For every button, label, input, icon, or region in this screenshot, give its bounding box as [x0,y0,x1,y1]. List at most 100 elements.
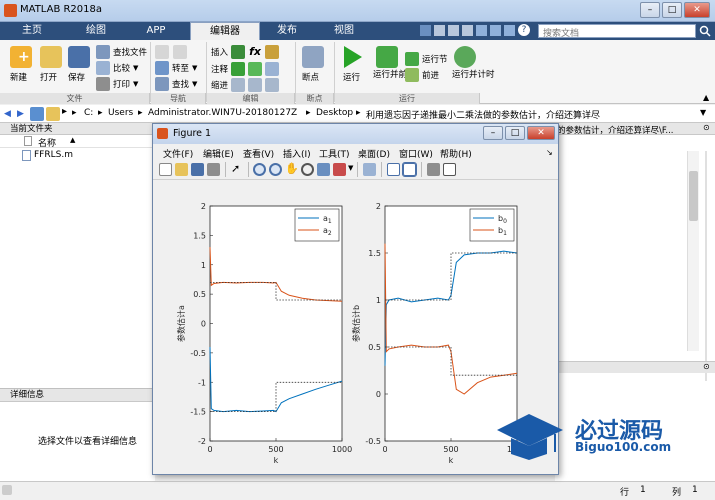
scrollbar-thumb[interactable] [689,171,698,221]
menu-insert[interactable]: 插入(I) [283,147,311,160]
breadcrumb-folder[interactable]: 利用遗忘因子递推最小二乘法做的参数估计，介绍还算详尽 [366,108,600,121]
tab-publish[interactable]: 发布 [262,22,312,40]
command-window-header: ⊙ [555,361,715,373]
pointer-arrow-icon[interactable]: ➚ [231,162,240,175]
tab-editor[interactable]: 编辑器 [190,22,260,40]
save-figure-icon[interactable] [191,163,204,176]
tab-view[interactable]: 视图 [318,22,370,40]
menu-tools[interactable]: 工具(T) [319,147,350,160]
toolbar-separator [225,162,226,177]
run-button[interactable]: 运行 [341,46,362,83]
dock-arrow-icon[interactable]: ↘ [546,148,553,157]
comment-button[interactable]: 注释 [211,62,280,76]
comment-label: 注释 [211,65,229,75]
panel-menu-icon[interactable]: ⊙ [703,123,710,132]
find-files-button[interactable]: 查找文件 [96,45,147,59]
help-icon[interactable]: ? [518,24,530,36]
menu-edit[interactable]: 编辑(E) [203,147,234,160]
open-file-icon[interactable] [175,163,188,176]
insert-label: 插入 [211,48,229,58]
compare-button[interactable]: 比较 ▼ [96,61,138,75]
up-folder-icon[interactable] [30,107,44,121]
forward-icon[interactable]: ▶ [17,109,24,119]
tab-apps[interactable]: APP [130,22,182,40]
minimize-button[interactable]: – [640,2,660,18]
y-tick-label: 2 [201,202,206,211]
file-list-item[interactable]: FFRLS.m [0,148,154,162]
run-section-button[interactable]: 运行节 [405,52,448,66]
forward-arrow-icon[interactable] [173,45,187,59]
link-plot-icon[interactable] [363,163,376,176]
run-advance-button[interactable]: 运行并前进 [373,46,416,80]
editor-path-overflow: 的参数估计，介绍还算详尽\F... [557,126,674,136]
comment-percent-icon [231,62,246,76]
redo-icon[interactable] [490,25,501,36]
breadcrumb-desktop[interactable]: Desktop [316,108,353,118]
print-figure-icon[interactable] [207,163,220,176]
menu-window[interactable]: 窗口(W) [399,147,433,160]
breadcrumb-users[interactable]: Users [108,108,133,118]
close-button[interactable]: ✕ [684,2,710,18]
chevron-down-icon[interactable]: ▼ [348,164,353,172]
new-button[interactable]: + 新建 [10,46,32,83]
save-button[interactable]: 保存 [68,46,90,83]
search-icon[interactable] [699,25,711,37]
sort-arrow-icon[interactable]: ▲ [70,136,75,144]
hide-plot-tools-icon[interactable] [427,163,440,176]
figure-maximize-button[interactable]: □ [505,126,525,140]
menu-help[interactable]: 帮助(H) [440,147,472,160]
chevron-down-icon[interactable]: ▼ [700,108,706,117]
col-label: 列 [672,488,682,498]
legend-icon[interactable] [402,162,417,177]
tab-plots[interactable]: 绘图 [66,22,126,40]
new-figure-icon[interactable] [159,163,172,176]
back-icon[interactable]: ◀ [4,109,11,119]
zoom-in-icon[interactable] [253,163,266,176]
menu-desktop[interactable]: 桌面(D) [358,147,390,160]
open-button[interactable]: 打开 [40,46,62,83]
menu-file[interactable]: 文件(F) [163,147,193,160]
rotate-3d-icon[interactable] [301,163,314,176]
run-and-time-button[interactable]: 运行并计时 [452,46,495,80]
search-documentation-input[interactable]: 搜索文档 [538,24,696,39]
insert-button[interactable]: 插入 fx [211,45,280,59]
breadcrumb-administrator[interactable]: Administrator.WIN7U-20180127Z [148,108,297,118]
paste-icon[interactable] [462,25,473,36]
back-arrow-icon[interactable] [155,45,169,59]
maximize-button[interactable]: □ [662,2,682,18]
undo-icon[interactable] [476,25,487,36]
path-sep: ▸ [72,108,77,118]
breakpoints-button[interactable]: 断点 [302,46,324,83]
switch-windows-icon[interactable] [504,25,515,36]
breadcrumb-c[interactable]: C: [84,108,93,118]
figure-logo-icon [157,128,168,139]
status-grip-icon [2,485,12,495]
collapse-toolstrip-icon[interactable]: ▲ [703,93,709,102]
print-button[interactable]: 打印 ▼ [96,77,138,91]
show-plot-tools-icon[interactable] [443,163,456,176]
copy-icon[interactable] [448,25,459,36]
panel-menu-icon[interactable]: ⊙ [703,362,710,371]
colorbar-icon[interactable] [387,163,400,176]
matlab-logo-icon [4,4,17,17]
goto-button[interactable]: 转至 ▼ [155,61,197,75]
editor-scrollbar[interactable] [687,151,699,351]
indent-button[interactable]: 缩进 [211,78,280,92]
compare-icon [96,61,110,75]
figure-minimize-button[interactable]: – [483,126,503,140]
figure-close-button[interactable]: ✕ [527,126,555,140]
brush-icon[interactable] [333,163,346,176]
data-cursor-icon[interactable] [317,163,330,176]
browse-folder-icon[interactable] [46,107,60,121]
tab-home[interactable]: 主页 [4,22,60,40]
zoom-out-icon[interactable] [269,163,282,176]
menu-view[interactable]: 查看(V) [243,147,274,160]
advance-button[interactable]: 前进 [405,68,439,82]
cut-icon[interactable] [434,25,445,36]
pan-hand-icon[interactable]: ✋ [285,162,299,175]
save-icon[interactable] [420,25,431,36]
insert-section-icon [231,45,246,59]
watermark-graduation-cap-logo [495,410,565,462]
find-button[interactable]: 查找 ▼ [155,77,197,91]
details-title: 详细信息 [0,389,155,402]
